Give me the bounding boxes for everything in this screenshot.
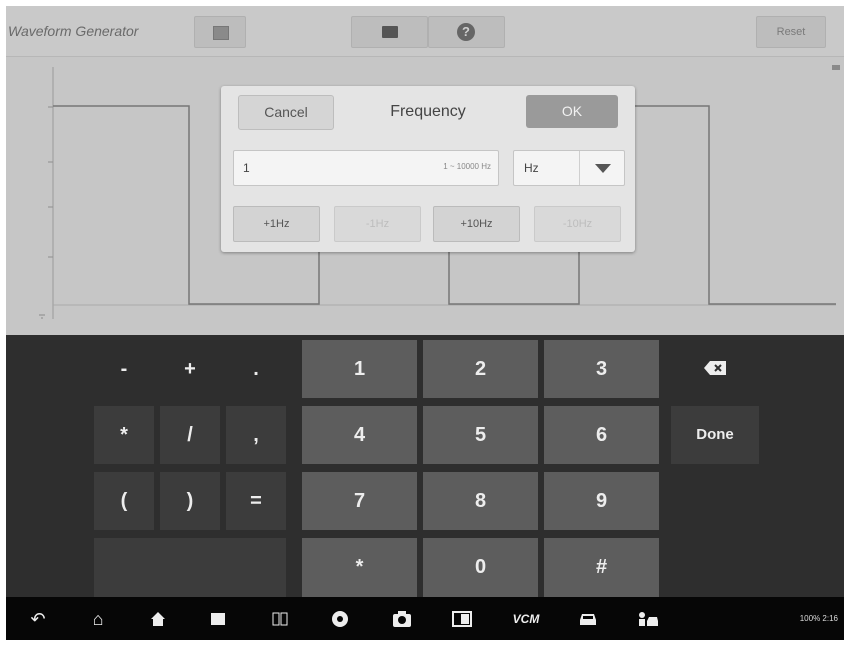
car-icon[interactable]: [576, 607, 600, 631]
reset-button[interactable]: Reset: [756, 16, 826, 48]
folder-button[interactable]: [351, 16, 428, 48]
screen-icon[interactable]: [450, 607, 474, 631]
key-equals[interactable]: =: [226, 472, 286, 530]
recent-apps-icon[interactable]: [206, 607, 230, 631]
ok-button[interactable]: OK: [526, 95, 618, 128]
vcm-icon[interactable]: VCM: [508, 607, 544, 631]
android-nav-bar: ↶ ⌂ VCM 100% 2:16: [6, 597, 844, 640]
ground-icon: [39, 314, 45, 319]
key-7[interactable]: 7: [302, 472, 417, 530]
plus-10hz-button[interactable]: +10Hz: [433, 206, 520, 242]
help-button[interactable]: ?: [428, 16, 505, 48]
help-icon: ?: [457, 23, 475, 41]
key-8[interactable]: 8: [423, 472, 538, 530]
key-9[interactable]: 9: [544, 472, 659, 530]
numeric-keyboard: - + . 1 2 3 * / , 4 5 6 Done ( ) = 7 8 9…: [6, 335, 844, 597]
key-slash[interactable]: /: [160, 406, 220, 464]
key-3[interactable]: 3: [544, 340, 659, 398]
person-car-icon[interactable]: [636, 607, 660, 631]
unit-select[interactable]: Hz: [513, 150, 625, 186]
dropdown-arrow-icon[interactable]: [579, 151, 624, 185]
key-hash[interactable]: #: [544, 538, 659, 597]
key-paren-close[interactable]: ): [160, 472, 220, 530]
frequency-dialog: Cancel Frequency OK 1 1 ~ 10000 Hz Hz +1…: [221, 86, 635, 252]
key-2[interactable]: 2: [423, 340, 538, 398]
home-icon[interactable]: ⌂: [86, 607, 110, 631]
done-key[interactable]: Done: [671, 406, 759, 464]
minus-1hz-button[interactable]: -1Hz: [334, 206, 421, 242]
top-toolbar: Waveform Generator ? Reset: [6, 6, 844, 57]
frequency-value: 1: [243, 161, 250, 175]
cancel-button[interactable]: Cancel: [238, 95, 334, 130]
key-5[interactable]: 5: [423, 406, 538, 464]
key-4[interactable]: 4: [302, 406, 417, 464]
split-icon[interactable]: [268, 607, 292, 631]
key-comma[interactable]: ,: [226, 406, 286, 464]
stop-button[interactable]: [194, 16, 246, 48]
folder-icon: [382, 26, 398, 38]
tablet-screen: Waveform Generator ? Reset Cancel Freque…: [6, 6, 844, 640]
space-key[interactable]: [94, 538, 286, 597]
frequency-input[interactable]: 1 1 ~ 10000 Hz: [233, 150, 499, 186]
range-hint: 1 ~ 10000 Hz: [443, 162, 491, 171]
key-dot[interactable]: .: [226, 340, 286, 398]
status-bar-text: 100% 2:16: [799, 614, 838, 623]
browser-icon[interactable]: [328, 607, 352, 631]
key-asterisk[interactable]: *: [94, 406, 154, 464]
key-backspace[interactable]: [671, 340, 759, 398]
graph-menu-icon[interactable]: [832, 65, 840, 70]
app-title: Waveform Generator: [8, 23, 139, 39]
minus-10hz-button[interactable]: -10Hz: [534, 206, 621, 242]
camera-icon[interactable]: [390, 607, 414, 631]
key-plus[interactable]: +: [160, 340, 220, 398]
stop-icon: [213, 26, 229, 40]
key-star[interactable]: *: [302, 538, 417, 597]
key-0[interactable]: 0: [423, 538, 538, 597]
backspace-icon: [704, 361, 726, 375]
house-icon[interactable]: [146, 607, 170, 631]
unit-value: Hz: [524, 161, 539, 175]
key-paren-open[interactable]: (: [94, 472, 154, 530]
key-1[interactable]: 1: [302, 340, 417, 398]
key-6[interactable]: 6: [544, 406, 659, 464]
key-minus[interactable]: -: [94, 340, 154, 398]
back-icon[interactable]: ↶: [26, 607, 50, 631]
plus-1hz-button[interactable]: +1Hz: [233, 206, 320, 242]
dialog-title: Frequency: [390, 103, 466, 120]
